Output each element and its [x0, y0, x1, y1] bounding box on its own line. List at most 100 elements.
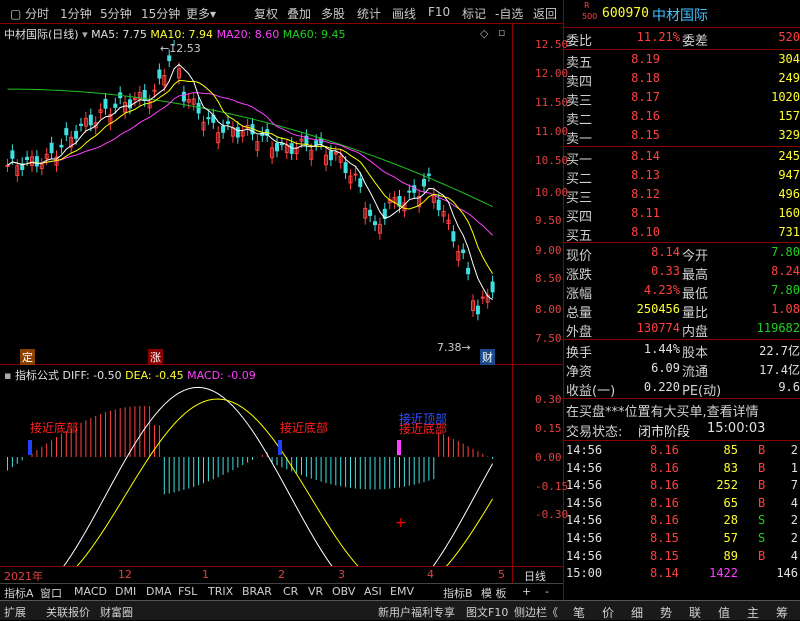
ask-row[interactable]: 卖四 8.18 249 [564, 70, 800, 90]
stock-name: 中材国际 [652, 8, 708, 24]
quote-row: 涨幅 4.23% 最低 7.80 [566, 283, 800, 302]
side-tool-2[interactable]: 细 [631, 604, 643, 621]
quote-row: 现价 8.14 今开 7.80 [566, 245, 800, 264]
chart-axis-divider [512, 24, 513, 584]
tab-vr[interactable]: VR [308, 585, 323, 598]
tab-brar[interactable]: BRAR [242, 585, 272, 598]
macd-tick: 0.30 [535, 393, 562, 406]
tab-cr[interactable]: CR [283, 585, 298, 598]
big-order-notice[interactable]: 在买盘***位置有大买单,查看详情 [564, 400, 800, 420]
side-tool-6[interactable]: 主 [747, 604, 759, 621]
near-bottom-annotation: 接近底部 [30, 421, 79, 435]
bottom-status-bar: 扩展 关联报价 财富圈 新用户福利专享 图文F10 侧边栏《 笔价细势联值主筹 [0, 600, 800, 620]
bid-row[interactable]: 买二 8.13 947 [564, 167, 800, 187]
quote-row: 总量 250456 量比 1.08 [566, 302, 800, 321]
event-marker-ding[interactable]: 定 [20, 349, 35, 365]
ask-row[interactable]: 卖一 8.15 329 [564, 127, 800, 147]
tab-template[interactable]: 模 板 [481, 585, 507, 601]
period-5min-button[interactable]: 5分钟 [100, 5, 132, 22]
side-tool-0[interactable]: 笔 [573, 604, 585, 621]
fundamental-row: 净资 6.09 流通 17.4亿 [566, 361, 800, 380]
ask-row[interactable]: 卖三 8.17 1020 [564, 89, 800, 109]
period-intraday-button[interactable]: ▢ 分时 [10, 5, 49, 22]
side-tool-5[interactable]: 值 [718, 604, 730, 621]
tick-row: 14:56 8.15 57 S 2 [566, 531, 798, 545]
period-selector[interactable]: 日线 [524, 568, 546, 584]
svg-text:+: + [395, 515, 407, 531]
event-marker-zhang[interactable]: 涨 [148, 349, 163, 365]
tab-indicator-b[interactable]: 指标B [443, 585, 473, 601]
tab-indicator-a[interactable]: 指标A [4, 585, 34, 601]
ask-row[interactable]: 卖二 8.16 157 [564, 108, 800, 128]
more-periods-button[interactable]: 更多▾ [186, 5, 216, 22]
price-tick: 8.50 [535, 272, 562, 285]
tab-dmi[interactable]: DMI [115, 585, 136, 598]
tab-fsl[interactable]: FSL [178, 585, 197, 598]
side-tool-4[interactable]: 联 [689, 604, 701, 621]
side-tool-3[interactable]: 势 [660, 604, 672, 621]
tab-wealth-circle[interactable]: 财富圈 [100, 604, 133, 620]
quote-row: 涨跌 0.33 最高 8.24 [566, 264, 800, 283]
tab-remove[interactable]: - [545, 585, 549, 598]
tab-obv[interactable]: OBV [332, 585, 355, 598]
price-tick: 8.00 [535, 303, 562, 316]
tick-row: 14:56 8.16 83 B 1 [566, 460, 798, 475]
period-1min-button[interactable]: 1分钟 [60, 5, 92, 22]
f10-text-button[interactable]: 图文F10 [466, 604, 508, 620]
tick-row: 15:00 8.14 1422 146 [566, 566, 798, 581]
multi-stock-button[interactable]: 多股 [321, 5, 345, 22]
period-15min-button[interactable]: 15分钟 [141, 5, 180, 22]
bid-row[interactable]: 买五 8.10 731 [564, 224, 800, 244]
tab-emv[interactable]: EMV [390, 585, 414, 598]
stock-header: R 500 600970 中材国际 [564, 0, 800, 28]
tab-macd[interactable]: MACD [74, 585, 107, 598]
kline-chart[interactable] [0, 40, 512, 365]
bid-row[interactable]: 买三 8.12 496 [564, 186, 800, 206]
side-tool-1[interactable]: 价 [602, 604, 614, 621]
high-price-label: ←12.53 [160, 42, 201, 55]
price-tick: 9.00 [535, 244, 562, 257]
expand-icon[interactable]: ▫ [498, 26, 505, 39]
sidebar-toggle[interactable]: 侧边栏《 [514, 604, 558, 620]
price-tick: 9.50 [535, 214, 562, 227]
tick-row: 14:56 8.16 28 S 2 [566, 513, 798, 528]
panel-separator [564, 398, 800, 399]
macd-chart[interactable]: + [0, 380, 512, 566]
weibi-row: 委比 11.21% 委差 520 [566, 30, 800, 49]
near-bottom-annotation: 接近底部 [399, 422, 448, 436]
tab-trix[interactable]: TRIX [208, 585, 233, 598]
trade-status: 交易状态: 闭市阶段 15:00:03 [566, 421, 766, 440]
ask-row[interactable]: 卖五 8.19 304 [564, 51, 800, 71]
tab-add[interactable]: + [522, 585, 531, 598]
r-badge: R [584, 1, 590, 10]
macd-tick: 0.00 [535, 451, 562, 464]
stats-button[interactable]: 统计 [357, 5, 381, 22]
draw-line-button[interactable]: 画线 [392, 5, 416, 22]
near-bottom-annotation: 接近底部 [280, 421, 329, 435]
tick-row: 14:56 8.16 65 B 4 [566, 495, 798, 510]
diamond-icon[interactable]: ◇ [480, 27, 488, 40]
tab-window[interactable]: 窗口 [40, 585, 62, 601]
side-tool-7[interactable]: 筹 [776, 604, 788, 621]
tab-dma[interactable]: DMA [146, 585, 172, 598]
quote-panel: R 500 600970 中材国际 委比 11.21% 委差 520 卖五 8.19 304 卖… [564, 0, 800, 600]
tab-extend[interactable]: 扩展 [4, 604, 26, 620]
add-watchlist-button[interactable]: -自选 [495, 5, 523, 22]
mark-button[interactable]: 标记 [462, 5, 486, 22]
new-user-benefits-link[interactable]: 新用户福利专享 [378, 604, 455, 620]
back-button[interactable]: 返回 [533, 5, 557, 22]
toolbar: ▢ 分时 1分钟 5分钟 15分钟 更多▾ 复权 叠加 多股 统计 画线 F10… [0, 0, 563, 24]
f10-button[interactable]: F10 [428, 5, 450, 19]
tick-row: 14:56 8.16 85 B 2 [566, 443, 798, 457]
index-badge: 500 [582, 12, 598, 21]
tab-related-quotes[interactable]: 关联报价 [46, 604, 90, 620]
bid-row[interactable]: 买四 8.11 160 [564, 205, 800, 225]
event-marker-cai[interactable]: 财 [480, 349, 495, 365]
tick-row: 14:56 8.16 252 B 7 [566, 478, 798, 493]
bid-row[interactable]: 买一 8.14 245 [564, 148, 800, 168]
tab-asi[interactable]: ASI [364, 585, 382, 598]
overlay-button[interactable]: 叠加 [287, 5, 311, 22]
panel-separator [564, 242, 800, 243]
fuquan-button[interactable]: 复权 [254, 5, 278, 22]
tick-row: 14:56 8.15 89 B 4 [566, 548, 798, 563]
